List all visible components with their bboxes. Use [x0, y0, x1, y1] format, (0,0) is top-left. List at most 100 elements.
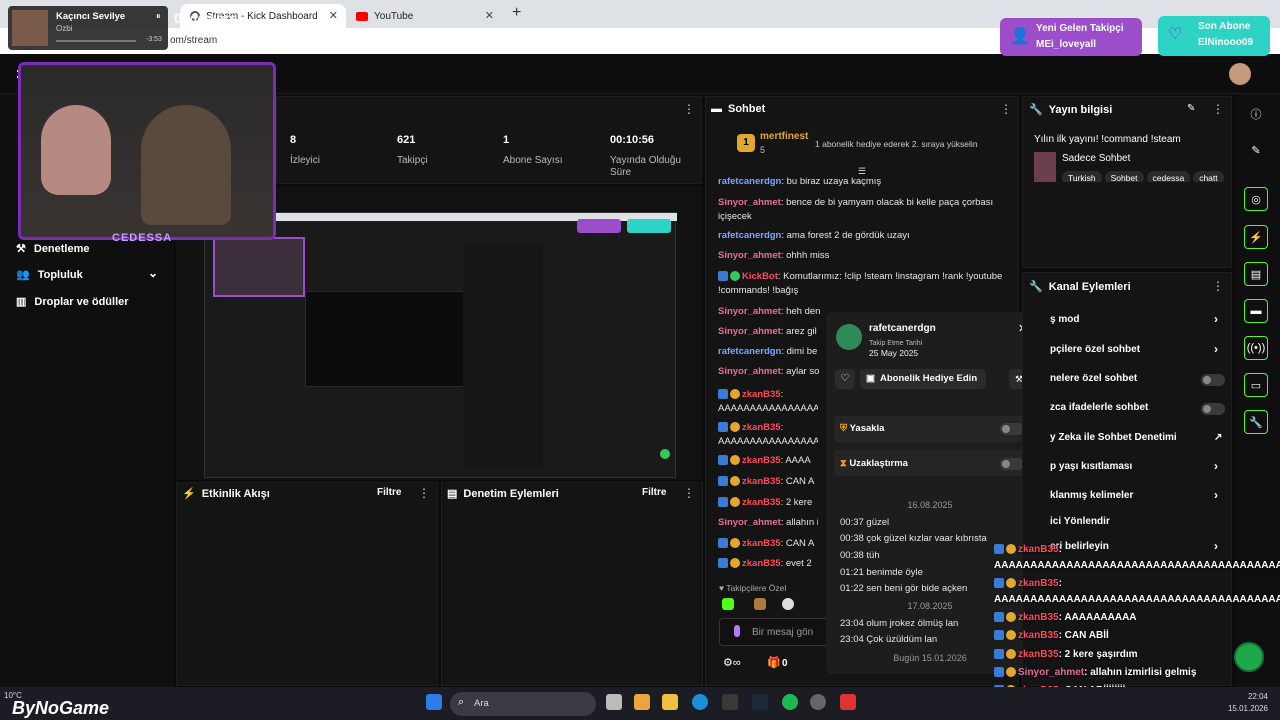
chat-message[interactable]: Sinyor_ahmet: allahın i [718, 517, 818, 528]
more-options-icon[interactable]: ⋮ [1212, 102, 1224, 116]
edge-icon[interactable] [692, 694, 708, 710]
channel-action-item[interactable]: nelere özel sohbet [1050, 373, 1137, 384]
chat-username[interactable]: zkanB35 [742, 422, 781, 433]
chat-username[interactable]: zkanB35 [742, 538, 781, 549]
channel-action-item[interactable]: y Zeka ile Sohbet Denetimi [1050, 432, 1177, 443]
chat-message[interactable]: zkanB35: CAN A [718, 476, 818, 487]
chat-message[interactable]: Sinyor_ahmet: aylar so [718, 366, 824, 377]
chat-input[interactable]: Bir mesaj gön [719, 618, 829, 646]
channel-action-item[interactable]: p yaşı kısıtlaması [1050, 461, 1132, 472]
document-icon[interactable]: ▤ [1244, 262, 1268, 286]
more-options-icon[interactable]: ⋮ [1212, 279, 1224, 293]
top-gifter-name[interactable]: mertfinest [760, 131, 808, 142]
camera-icon[interactable]: ◎ [1244, 187, 1268, 211]
heart-icon[interactable]: ♡ [835, 369, 855, 389]
channel-action-item[interactable]: klanmış kelimeler [1050, 490, 1133, 501]
chat-message[interactable]: rafetcanerdgn: ama forest 2 de gördük uz… [718, 230, 1038, 241]
obs-icon[interactable] [810, 694, 826, 710]
gift-sub-button[interactable]: ▣ Abonelik Hediye Edin [860, 369, 986, 389]
timeout-toggle[interactable] [1000, 458, 1024, 470]
channel-action-item[interactable]: ş mod [1050, 314, 1079, 325]
emote-icon[interactable] [754, 598, 766, 610]
wrench-icon[interactable]: 🔧 [1244, 410, 1268, 434]
sidebar-item-denetleme[interactable]: ⚒ Denetleme [16, 242, 90, 256]
chat-message[interactable]: zkanB35: CAN A [718, 538, 818, 549]
layout-icon[interactable]: ▭ [1244, 373, 1268, 397]
chat-message[interactable]: Sinyor_ahmet: bence de bi yamyam olacak … [718, 196, 1008, 224]
more-options-icon[interactable]: ⋮ [683, 102, 695, 116]
chat-username[interactable]: zkanB35 [742, 497, 781, 508]
chat-username[interactable]: zkanB35 [742, 389, 781, 400]
copilot-icon[interactable] [634, 694, 650, 710]
recorder-icon[interactable] [840, 694, 856, 710]
close-tab-icon[interactable]: ✕ [485, 9, 494, 22]
chat-message[interactable]: KickBot: Komutlarımız: !clip !steam !ins… [718, 270, 1008, 298]
chat-message[interactable]: rafetcanerdgn: bu biraz uzaya kaçmış [718, 176, 1038, 187]
chat-username[interactable]: KickBot [742, 271, 778, 282]
more-options-icon[interactable]: ⋮ [1000, 102, 1012, 116]
chat-username[interactable]: Sinyor_ahmet [718, 326, 781, 337]
chat-username[interactable]: rafetcanerdgn [718, 346, 781, 357]
chat-message[interactable]: zkanB35: 2 kere [718, 497, 818, 508]
chat-username[interactable]: Sinyor_ahmet [718, 366, 781, 377]
chat-message[interactable]: zkanB35: evet 2 [718, 558, 818, 569]
broadcast-icon[interactable]: ((•)) [1244, 336, 1268, 360]
task-view-icon[interactable] [606, 694, 622, 710]
chat-username[interactable]: Sinyor_ahmet [718, 306, 781, 317]
channel-action-toggle[interactable] [1201, 374, 1225, 386]
chat-username[interactable]: rafetcanerdgn [718, 230, 781, 241]
avatar[interactable] [1229, 63, 1251, 85]
stream-preview[interactable] [204, 212, 677, 478]
chat-username[interactable]: zkanB35 [742, 476, 781, 487]
close-tab-icon[interactable]: ✕ [329, 9, 338, 22]
chat-username[interactable]: zkanB35 [742, 455, 781, 466]
spotify-icon[interactable] [782, 694, 798, 710]
filter-button[interactable]: Filtre [377, 487, 401, 498]
new-tab-button[interactable]: + [512, 4, 521, 22]
filter-button[interactable]: Filtre [642, 487, 666, 498]
chat-message[interactable]: Sinyor_ahmet: ohhh miss [718, 250, 1038, 261]
chat-username[interactable]: rafetcanerdgn [718, 176, 781, 187]
chat-message[interactable]: zkanB35: AAAA [718, 455, 818, 466]
sidebar-item-droplar[interactable]: ▥ Droplar ve ödüller [16, 295, 129, 309]
chat-message[interactable]: zkanB35: AAAAAAAAAAAAAAAA [718, 388, 818, 416]
chevron-right-icon[interactable]: › [1214, 342, 1218, 356]
edit-icon[interactable]: ✎ [1244, 138, 1268, 162]
channel-action-item[interactable]: zca ifadelerle sohbet [1050, 402, 1148, 413]
kick-emote-icon[interactable] [722, 598, 734, 610]
windows-start-icon[interactable] [426, 694, 442, 710]
chat-username[interactable]: Sinyor_ahmet [718, 517, 781, 528]
tag[interactable]: cedessa [1146, 171, 1191, 182]
chevron-right-icon[interactable]: › [1214, 459, 1218, 473]
info-icon[interactable]: ⓘ [1244, 102, 1268, 126]
chat-username[interactable]: Sinyor_ahmet [718, 197, 781, 208]
mic-icon[interactable] [734, 625, 740, 637]
channel-action-toggle[interactable] [1201, 403, 1225, 415]
tab-youtube[interactable]: YouTube ✕ [346, 4, 502, 28]
external-link-icon[interactable]: ↗ [1214, 432, 1222, 443]
app-icon[interactable] [722, 694, 738, 710]
chevron-down-icon[interactable]: ⌄ [148, 266, 158, 280]
more-options-icon[interactable]: ⋮ [683, 486, 695, 500]
settings-icon[interactable]: ⚙∞ [723, 656, 741, 669]
emote-icon[interactable] [782, 598, 794, 610]
more-options-icon[interactable]: ⋮ [418, 486, 430, 500]
file-explorer-icon[interactable] [662, 694, 678, 710]
chat-username[interactable]: zkanB35 [742, 558, 781, 569]
channel-action-item[interactable]: ici Yönlendir [1050, 516, 1110, 527]
ban-toggle[interactable] [1000, 423, 1024, 435]
tag[interactable]: Sohbet [1104, 171, 1144, 182]
chat-message[interactable]: Sinyor_ahmet: heh den [718, 306, 824, 317]
edit-icon[interactable]: ✎ [1187, 103, 1195, 114]
channel-action-item[interactable]: pçilere özel sohbet [1050, 344, 1140, 355]
bolt-icon[interactable]: ⚡ [1244, 225, 1268, 249]
steam-icon[interactable] [752, 694, 768, 710]
chat-message[interactable]: rafetcanerdgn: dimi be [718, 346, 824, 357]
chat-username[interactable]: Sinyor_ahmet [718, 250, 781, 261]
taskbar-search[interactable]: ⌕ Ara [450, 692, 596, 716]
chevron-right-icon[interactable]: › [1214, 312, 1218, 326]
tag[interactable]: Turkish [1062, 171, 1102, 182]
sidebar-item-topluluk[interactable]: 👥 Topluluk [16, 268, 83, 282]
gift-icon[interactable]: 🎁 [767, 656, 781, 669]
chevron-right-icon[interactable]: › [1214, 539, 1218, 553]
